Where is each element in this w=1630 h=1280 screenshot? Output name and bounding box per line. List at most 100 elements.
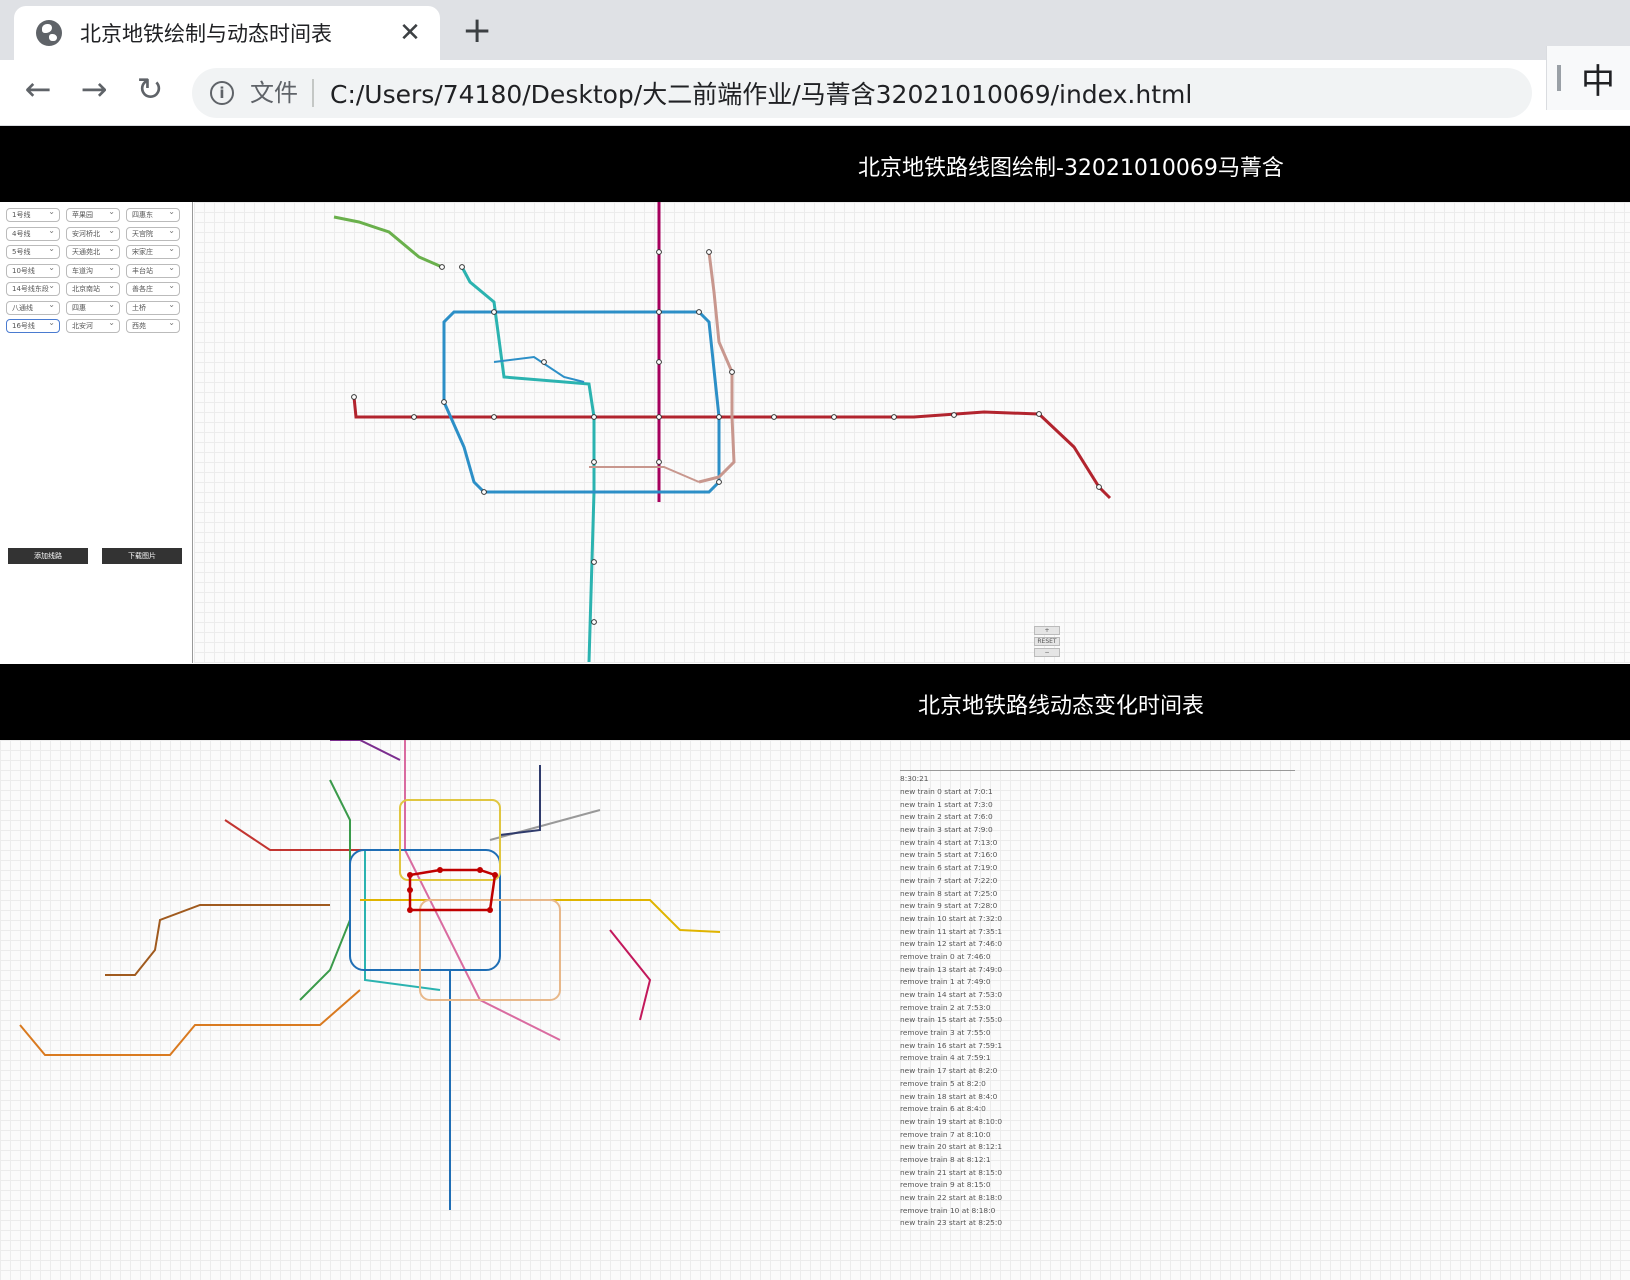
line-4-path <box>460 266 596 663</box>
train-marker <box>437 867 443 873</box>
network-line-navy <box>499 765 541 836</box>
train-marker <box>477 867 483 873</box>
station-dot <box>891 414 897 420</box>
station-dot <box>439 264 445 270</box>
dynamic-map-canvas[interactable] <box>0 740 1630 1280</box>
station-dot <box>1096 484 1102 490</box>
browser-tab[interactable]: 北京地铁绘制与动态时间表 ✕ <box>14 6 440 60</box>
log-entry: new train 14 start at 7:53:0 <box>900 990 1003 999</box>
url-text[interactable]: C:/Users/74180/Desktop/大二前端作业/马菁含3202101… <box>330 75 1192 111</box>
grip-icon <box>1557 65 1561 91</box>
log-entry: new train 9 start at 7:28:0 <box>900 901 998 911</box>
line-select-end[interactable]: 丰台站 <box>126 263 180 278</box>
log-entry: new train 1 start at 7:3:0 <box>900 799 993 809</box>
browser-toolbar: ← → ↻ 文件 C:/Users/74180/Desktop/大二前端作业/马… <box>0 60 1630 126</box>
station-dot <box>656 359 662 365</box>
log-entry: new train 11 start at 7:35:1 <box>900 926 1003 936</box>
log-entry: new train 10 start at 7:32:0 <box>900 913 1003 923</box>
zoom-reset-button[interactable]: RESET <box>1034 637 1060 646</box>
security-label: 文件 <box>250 79 314 107</box>
add-line-button[interactable]: 添加线路 <box>8 548 88 564</box>
log-entry: remove train 4 at 7:59:1 <box>900 1053 991 1063</box>
log-entry: new train 22 start at 8:18:0 <box>900 1193 1003 1202</box>
line-select-line[interactable]: 14号线东段 <box>6 282 60 296</box>
station-dot <box>729 369 735 375</box>
line-select-line[interactable]: 5号线 <box>6 245 60 259</box>
tab-title: 北京地铁绘制与动态时间表 <box>80 22 332 46</box>
ime-mode-label: 中 <box>1581 61 1615 102</box>
network-line-brown <box>105 904 330 976</box>
address-bar[interactable]: 文件 C:/Users/74180/Desktop/大二前端作业/马菁含3202… <box>192 68 1532 118</box>
line-select-end[interactable]: 四惠东 <box>126 208 180 222</box>
station-dots <box>351 249 1102 625</box>
timetable-log: 8:30:21 new train 0 start at 7:0:1 new tr… <box>900 770 1295 1228</box>
subway-map-canvas[interactable]: + RESET − <box>194 202 1630 663</box>
network-line-green <box>299 779 351 1001</box>
line-select-start[interactable]: 车道沟 <box>66 263 120 278</box>
station-dot <box>591 459 597 465</box>
log-entry: new train 19 start at 8:10:0 <box>900 1116 1003 1126</box>
log-entry: new train 21 start at 8:15:0 <box>900 1167 1003 1177</box>
line-select-line[interactable]: 10号线 <box>6 263 60 278</box>
station-dot <box>951 412 957 418</box>
log-entry: new train 20 start at 8:12:1 <box>900 1142 1003 1152</box>
ime-indicator[interactable]: 中 <box>1546 46 1630 110</box>
log-entry: remove train 3 at 7:55:0 <box>900 1028 991 1038</box>
station-dot <box>771 414 777 420</box>
zoom-out-button[interactable]: − <box>1034 648 1060 657</box>
download-image-button[interactable]: 下载图片 <box>102 548 182 564</box>
info-icon[interactable] <box>210 81 234 105</box>
line-select-start[interactable]: 苹果园 <box>66 208 120 222</box>
line-select-end[interactable]: 宋家庄 <box>126 245 180 259</box>
subway-map-svg <box>333 202 1112 663</box>
log-entry: new train 12 start at 7:46:0 <box>900 939 1003 949</box>
globe-icon <box>36 20 62 46</box>
new-tab-button[interactable]: + <box>462 10 492 51</box>
log-entry: new train 4 start at 7:13:0 <box>900 837 998 847</box>
line-14-south-path <box>589 466 700 483</box>
line-select-start[interactable]: 北京南站 <box>66 282 120 296</box>
zoom-in-button[interactable]: + <box>1034 626 1060 635</box>
log-entry: new train 6 start at 7:19:0 <box>900 863 998 873</box>
line-select-line[interactable]: 4号线 <box>6 226 60 241</box>
log-entry: new train 15 start at 7:55:0 <box>900 1015 1003 1025</box>
line-select-start[interactable]: 北安河 <box>66 319 120 333</box>
log-list: new train 0 start at 7:0:1 new train 1 st… <box>900 786 1295 1230</box>
line-select-line[interactable]: 16号线 <box>6 319 60 333</box>
train-marker <box>407 907 413 913</box>
station-dot <box>656 309 662 315</box>
line-14-path <box>698 251 736 484</box>
dynamic-map-svg <box>19 740 721 1210</box>
log-entry: remove train 9 at 8:15:0 <box>900 1180 991 1190</box>
line-select-end[interactable]: 善各庄 <box>126 282 180 296</box>
line-select-end[interactable]: 天宫院 <box>126 226 180 241</box>
network-line-pink <box>404 740 561 1041</box>
line-select-start[interactable]: 天通苑北 <box>66 245 120 259</box>
line-select-line[interactable]: 八通线 <box>6 300 60 315</box>
timetable-title: 北京地铁路线动态变化时间表 <box>918 694 1205 719</box>
train-marker <box>407 887 413 893</box>
forward-arrow-icon[interactable]: → <box>72 70 116 108</box>
line-select-end[interactable]: 土桥 <box>126 300 180 315</box>
station-dot <box>351 394 357 400</box>
log-entry: new train 16 start at 7:59:1 <box>900 1040 1003 1050</box>
network-line-red <box>224 819 420 851</box>
log-entry: new train 18 start at 8:4:0 <box>900 1091 998 1101</box>
station-dot <box>491 309 497 315</box>
station-dot <box>716 479 722 485</box>
station-dot <box>481 489 487 495</box>
log-entry: new train 8 start at 7:25:0 <box>900 888 998 898</box>
log-entry: new train 7 start at 7:22:0 <box>900 875 998 885</box>
line-select-start[interactable]: 安河桥北 <box>66 226 120 241</box>
log-entry: new train 2 start at 7:6:0 <box>900 812 993 822</box>
line-select-line[interactable]: 1号线 <box>6 208 60 222</box>
map-drawing-header: 北京地铁路线图绘制-32021010069马菁含 <box>0 126 1630 202</box>
log-entry: new train 3 start at 7:9:0 <box>900 825 993 835</box>
back-arrow-icon[interactable]: ← <box>16 70 60 108</box>
line-select-start[interactable]: 四惠 <box>66 300 120 315</box>
station-dot <box>1036 411 1042 417</box>
station-dot <box>591 559 597 565</box>
reload-icon[interactable]: ↻ <box>128 70 172 108</box>
close-tab-icon[interactable]: ✕ <box>396 18 424 48</box>
line-select-end[interactable]: 西苑 <box>126 319 180 333</box>
